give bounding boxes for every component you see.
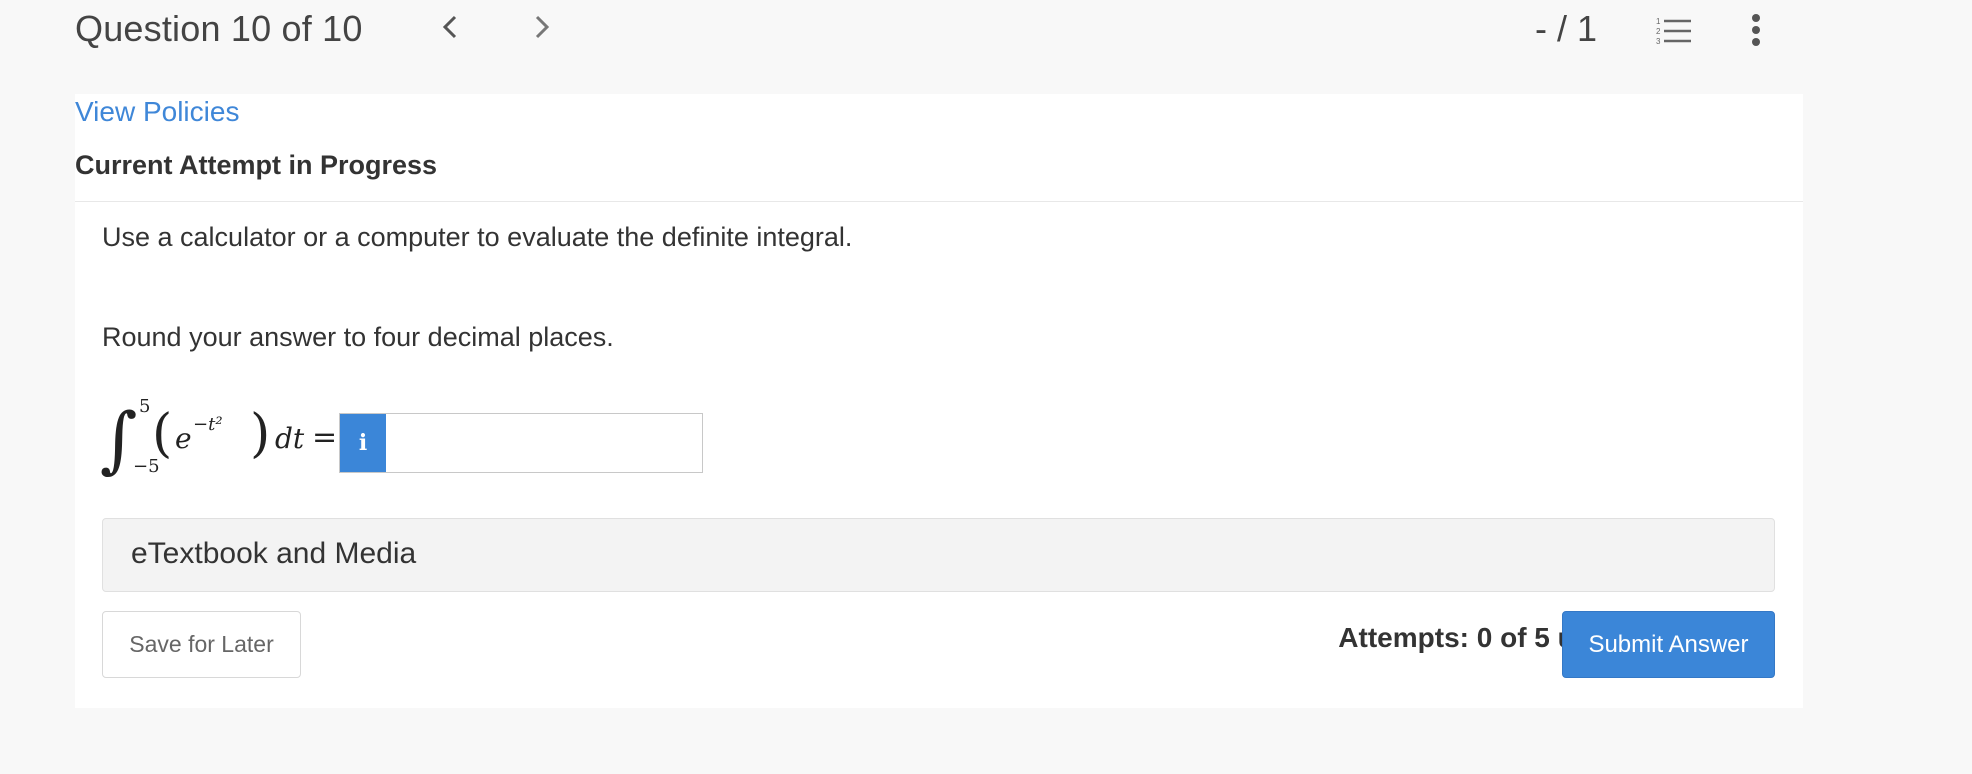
divider <box>75 201 1803 202</box>
upper-limit: 5 <box>139 396 151 417</box>
info-icon[interactable]: i <box>340 414 386 472</box>
etextbook-media-panel[interactable]: eTextbook and Media <box>102 518 1775 592</box>
question-counter: Question 10 of 10 <box>75 8 363 49</box>
instruction-text: Use a calculator or a computer to evalua… <box>102 222 853 252</box>
integrand-exponent: −t² <box>193 414 223 435</box>
answer-input[interactable] <box>387 414 697 470</box>
integral-sign: ∫ <box>100 397 138 481</box>
save-for-later-button[interactable]: Save for Later <box>102 611 301 678</box>
open-paren: ( <box>152 404 173 464</box>
svg-text:2: 2 <box>1656 27 1661 36</box>
question-score: - / 1 <box>1535 8 1598 49</box>
close-paren: ) <box>250 404 271 464</box>
etextbook-media-label: eTextbook and Media <box>131 537 417 570</box>
next-question-button[interactable] <box>532 10 552 50</box>
top-bar: Question 10 of 10 - / 1 1 2 3 <box>0 0 1972 94</box>
answer-field-group: i <box>339 413 703 473</box>
differential: dt <box>275 422 305 455</box>
submit-answer-button[interactable]: Submit Answer <box>1562 611 1775 678</box>
chevron-right-icon <box>535 15 550 39</box>
question-list-button[interactable]: 1 2 3 <box>1655 16 1693 51</box>
attempt-heading: Current Attempt in Progress <box>75 150 438 180</box>
question-card: View Policies Current Attempt in Progres… <box>75 94 1803 708</box>
previous-question-button[interactable] <box>440 10 460 50</box>
more-vertical-icon <box>1752 14 1760 46</box>
more-options-button[interactable] <box>1750 14 1762 51</box>
svg-text:3: 3 <box>1656 37 1661 46</box>
equals-sign: = <box>312 420 338 455</box>
numbered-list-icon: 1 2 3 <box>1656 17 1691 46</box>
svg-text:1: 1 <box>1656 17 1661 26</box>
chevron-left-icon <box>442 15 457 39</box>
integrand-base: e <box>175 422 192 455</box>
rounding-instruction: Round your answer to four decimal places… <box>102 322 614 352</box>
view-policies-link[interactable]: View Policies <box>75 96 239 128</box>
